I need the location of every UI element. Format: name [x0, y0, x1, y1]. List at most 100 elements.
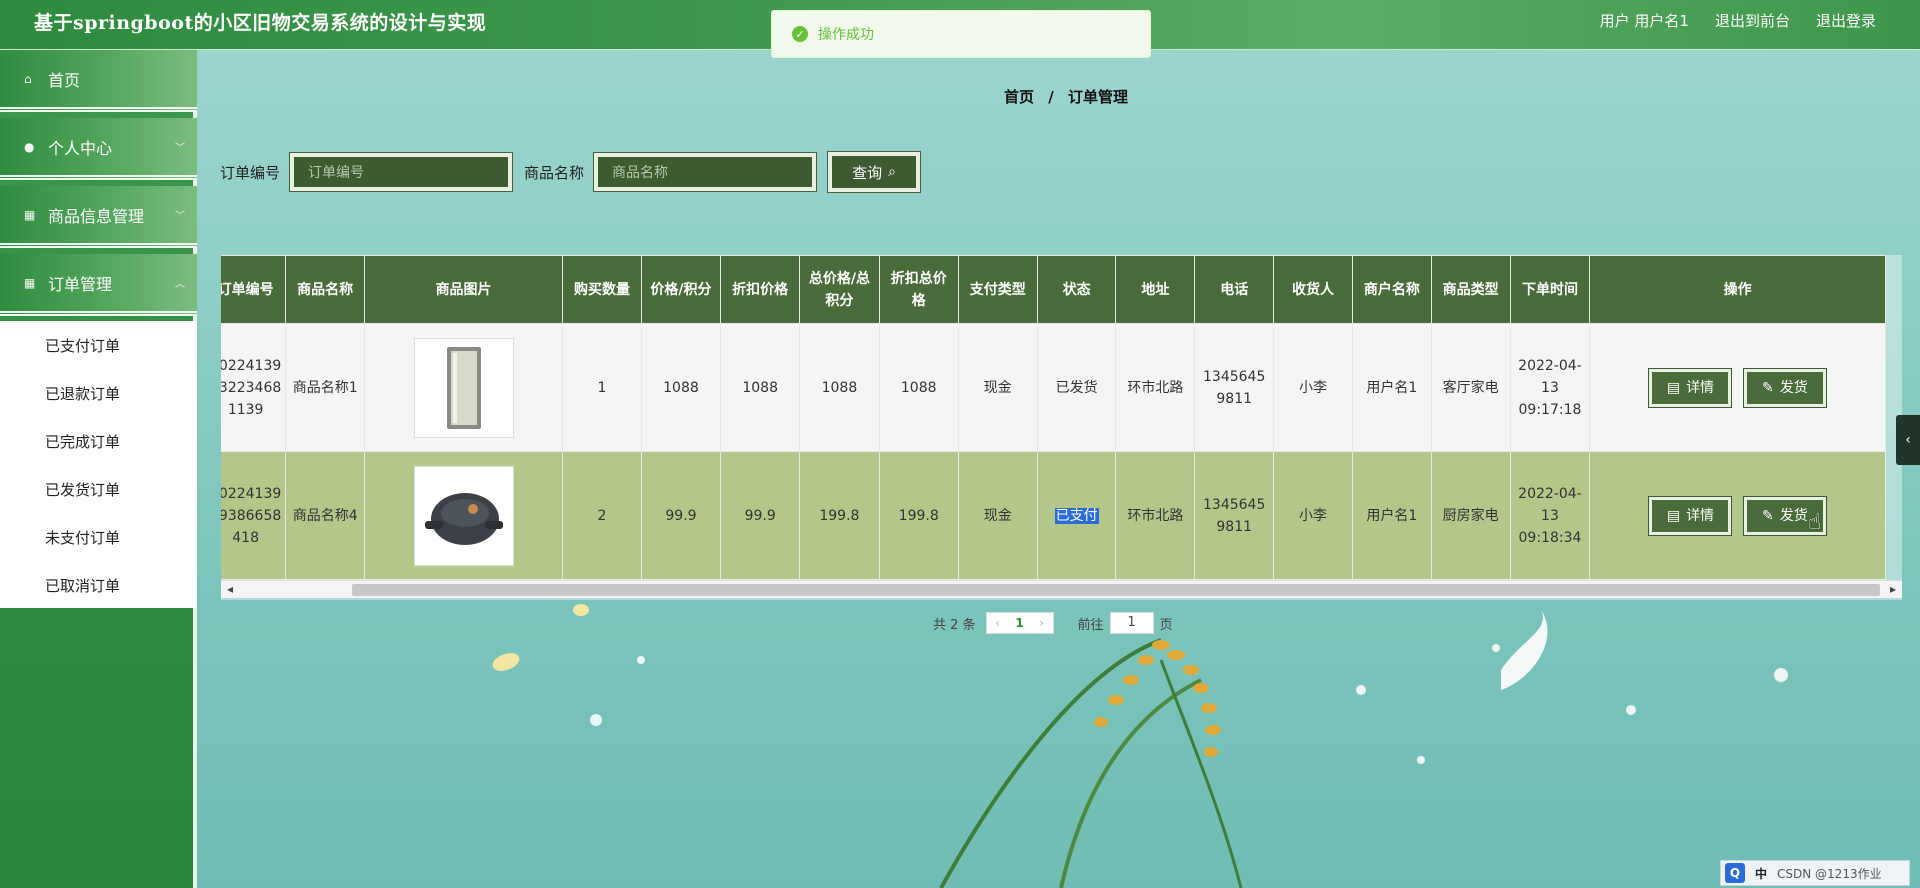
sidebar-item-label: 商品信息管理 — [48, 206, 145, 226]
sidebar-item-label: 个人中心 — [48, 138, 113, 158]
sidebar-item-order-management[interactable]: ▦ 订单管理 ︿ — [0, 254, 197, 316]
breadcrumb-separator: / — [1048, 88, 1054, 106]
cell-product-name: 商品名称4 — [285, 451, 366, 580]
search-icon: ⌕ — [888, 164, 896, 180]
product-name-label: 商品名称 — [524, 163, 585, 182]
order-no-label: 订单编号 — [220, 163, 281, 182]
cell-pay-type: 现金 — [957, 323, 1038, 452]
cell-discount-price: 99.9 — [720, 451, 801, 580]
ship-button-label: 发货 — [1779, 379, 1808, 396]
sidebar-item-home[interactable]: ⌂ 首页 — [0, 50, 197, 112]
submenu-refunded-orders[interactable]: 已退款订单 — [0, 369, 197, 417]
search-bar: 订单编号 订单编号 商品名称 商品名称 查询 ⌕ — [220, 151, 922, 193]
next-page-icon[interactable]: › — [1031, 616, 1053, 630]
cell-discount-total: 199.8 — [878, 451, 959, 580]
query-button-label: 查询 — [852, 163, 883, 182]
table-row: 20224139 13223468 1139 商品名称1 1 1088 1088… — [221, 323, 1886, 452]
logout-link[interactable]: 退出登录 — [1816, 10, 1876, 31]
col-address: 地址 — [1115, 255, 1196, 324]
submenu-unpaid-orders[interactable]: 未支付订单 — [0, 513, 197, 561]
submenu-shipped-orders[interactable]: 已发货订单 — [0, 465, 197, 513]
orders-table-wrapper: 订单编号 商品名称 商品图片 购买数量 价格/积分 折扣价格 总价格/总积分 折… — [221, 255, 1902, 600]
breadcrumb-current: 订单管理 — [1067, 88, 1128, 106]
document-icon: ▤ — [1666, 507, 1681, 524]
sidebar-item-personal-center[interactable]: ● 个人中心 ﹀ — [0, 118, 197, 180]
detail-button-label: 详情 — [1686, 507, 1715, 524]
chevron-up-icon: ︿ — [175, 279, 185, 290]
pager-controls: ‹ 1 › — [985, 612, 1054, 634]
col-phone: 电话 — [1194, 255, 1275, 324]
table-horizontal-scrollbar[interactable]: ◂ ▸ — [221, 580, 1902, 598]
detail-button-label: 详情 — [1686, 379, 1715, 396]
collapse-panel-tab[interactable]: ‹ — [1896, 415, 1920, 465]
cell-order-no: 20224139 13223468 1139 — [221, 323, 287, 452]
col-discount-total: 折扣总价格 — [878, 255, 959, 324]
pagination: 共 2 条 ‹ 1 › 前往 1 页 — [933, 612, 1173, 634]
order-no-input[interactable]: 订单编号 — [289, 152, 514, 192]
product-name-input[interactable]: 商品名称 — [593, 152, 818, 192]
document-icon: ▤ — [1666, 379, 1681, 396]
cell-qty: 1 — [562, 323, 642, 452]
cell-order-no: 20224139 19386658 418 — [221, 451, 287, 580]
cell-phone: 13456459811 — [1194, 451, 1275, 580]
col-qty: 购买数量 — [562, 255, 642, 324]
ime-language[interactable]: 中 — [1755, 865, 1767, 882]
col-category: 商品类型 — [1430, 255, 1511, 324]
sidebar-item-label: 订单管理 — [48, 274, 113, 294]
query-button[interactable]: 查询 ⌕ — [827, 151, 922, 193]
breadcrumb-home[interactable]: 首页 — [1004, 88, 1034, 106]
col-discount-price: 折扣价格 — [720, 255, 801, 324]
cell-price: 1088 — [640, 323, 722, 452]
back-to-front-link[interactable]: 退出到前台 — [1715, 10, 1790, 31]
page-suffix: 页 — [1159, 617, 1173, 633]
breadcrumb: 首页 / 订单管理 — [1004, 86, 1128, 107]
sidebar-item-label: 首页 — [48, 70, 81, 90]
cell-time: 2022-04-13 09:18:34 — [1509, 451, 1591, 580]
cell-total: 1088 — [799, 323, 880, 452]
sidebar-item-product-management[interactable]: ▦ 商品信息管理 ﹀ — [0, 186, 197, 248]
chevron-down-icon: ﹀ — [175, 143, 185, 154]
submenu-paid-orders[interactable]: 已支付订单 — [0, 321, 197, 369]
scroll-left-arrow-icon[interactable]: ◂ — [227, 582, 233, 596]
submenu-completed-orders[interactable]: 已完成订单 — [0, 417, 197, 465]
detail-button[interactable]: ▤ 详情 — [1648, 495, 1733, 536]
status-text-selected: 已支付 — [1054, 507, 1099, 524]
edit-icon: ✎ — [1762, 379, 1774, 396]
toast-message: 操作成功 — [818, 27, 874, 43]
cell-discount-total: 1088 — [878, 323, 959, 452]
scroll-right-arrow-icon[interactable]: ▸ — [1890, 582, 1896, 596]
col-receiver: 收货人 — [1273, 255, 1353, 324]
cell-category: 客厅家电 — [1430, 323, 1511, 452]
sidebar: ⌂ 首页 ● 个人中心 ﹀ ▦ 商品信息管理 ﹀ ▦ 订单管理 ︿ 已支付订单 … — [0, 50, 197, 888]
cell-actions: ▤ 详情 ✎ 发货 — [1589, 323, 1886, 452]
cell-product-image — [364, 323, 564, 452]
grid-icon: ▦ — [24, 207, 36, 222]
header-actions: 用户 用户名1 退出到前台 退出登录 — [1600, 10, 1876, 31]
pressure-cooker-image — [413, 465, 514, 566]
cell-merchant: 用户名1 — [1351, 323, 1432, 452]
check-circle-icon: ✓ — [792, 26, 808, 42]
ship-button[interactable]: ✎ 发货 — [1742, 367, 1827, 408]
cell-merchant: 用户名1 — [1351, 451, 1432, 580]
col-pay-type: 支付类型 — [957, 255, 1038, 324]
cell-receiver: 小李 — [1273, 451, 1353, 580]
col-price: 价格/积分 — [640, 255, 722, 324]
cell-address: 环市北路 — [1115, 451, 1196, 580]
table-header-row: 订单编号 商品名称 商品图片 购买数量 价格/积分 折扣价格 总价格/总积分 折… — [221, 255, 1886, 324]
ime-toolbar: Q 中 CSDN @1213作业 — [1720, 860, 1910, 886]
user-icon: ● — [24, 139, 35, 154]
cell-phone: 13456459811 — [1194, 323, 1275, 452]
cell-receiver: 小李 — [1273, 323, 1353, 452]
chevron-left-icon: ‹ — [1905, 432, 1911, 448]
col-time: 下单时间 — [1509, 255, 1591, 324]
detail-button[interactable]: ▤ 详情 — [1648, 367, 1733, 408]
current-page[interactable]: 1 — [1009, 616, 1031, 630]
goto-label: 前往 — [1077, 617, 1104, 633]
prev-page-icon[interactable]: ‹ — [987, 616, 1009, 630]
goto-page-input[interactable]: 1 — [1109, 612, 1154, 634]
col-merchant: 商户名称 — [1351, 255, 1432, 324]
ime-watermark: CSDN @1213作业 — [1777, 866, 1882, 881]
col-total: 总价格/总积分 — [799, 255, 880, 324]
submenu-cancelled-orders[interactable]: 已取消订单 — [0, 561, 197, 609]
scrollbar-thumb[interactable] — [352, 584, 1880, 596]
